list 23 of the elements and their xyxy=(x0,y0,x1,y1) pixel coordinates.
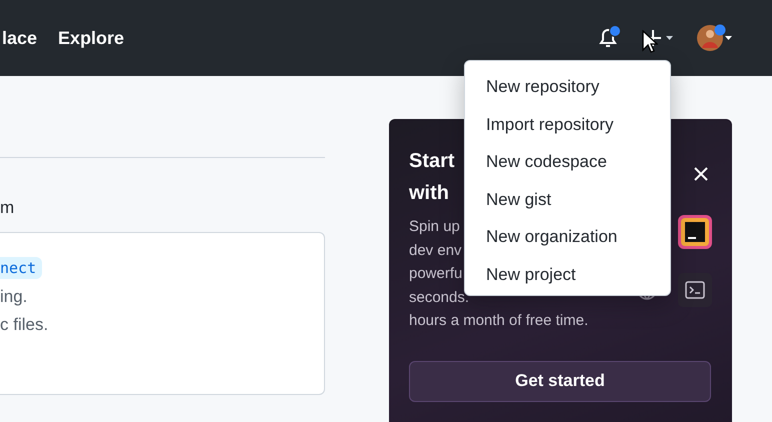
promo-text: powerfu xyxy=(409,264,462,284)
nav-link[interactable]: lace xyxy=(2,28,38,48)
get-started-button[interactable]: Get started xyxy=(409,360,711,402)
nav-link[interactable]: Explore xyxy=(58,28,124,48)
code-chip: nect xyxy=(0,257,42,279)
body-text: m xyxy=(0,198,16,218)
promo-text: hours a month of free time. xyxy=(409,311,588,331)
promo-title: with xyxy=(409,181,450,206)
promo-text: dev env xyxy=(409,240,462,260)
terminal-icon[interactable] xyxy=(678,273,712,307)
close-icon xyxy=(694,167,708,181)
menu-item[interactable]: New organization xyxy=(465,218,670,256)
menu-item[interactable]: Import repository xyxy=(465,106,670,144)
promo-title: Start xyxy=(409,149,455,174)
menu-item[interactable]: New repository xyxy=(465,68,670,106)
menu-item[interactable]: New gist xyxy=(465,180,670,218)
avatar[interactable] xyxy=(696,23,734,53)
body-text: ing. xyxy=(0,287,28,307)
promo-text: Spin up xyxy=(409,217,460,237)
menu-item[interactable]: New codespace xyxy=(465,143,670,181)
cursor-icon xyxy=(642,30,658,54)
body-text: c files. xyxy=(0,315,48,335)
app-icon[interactable] xyxy=(678,215,712,249)
